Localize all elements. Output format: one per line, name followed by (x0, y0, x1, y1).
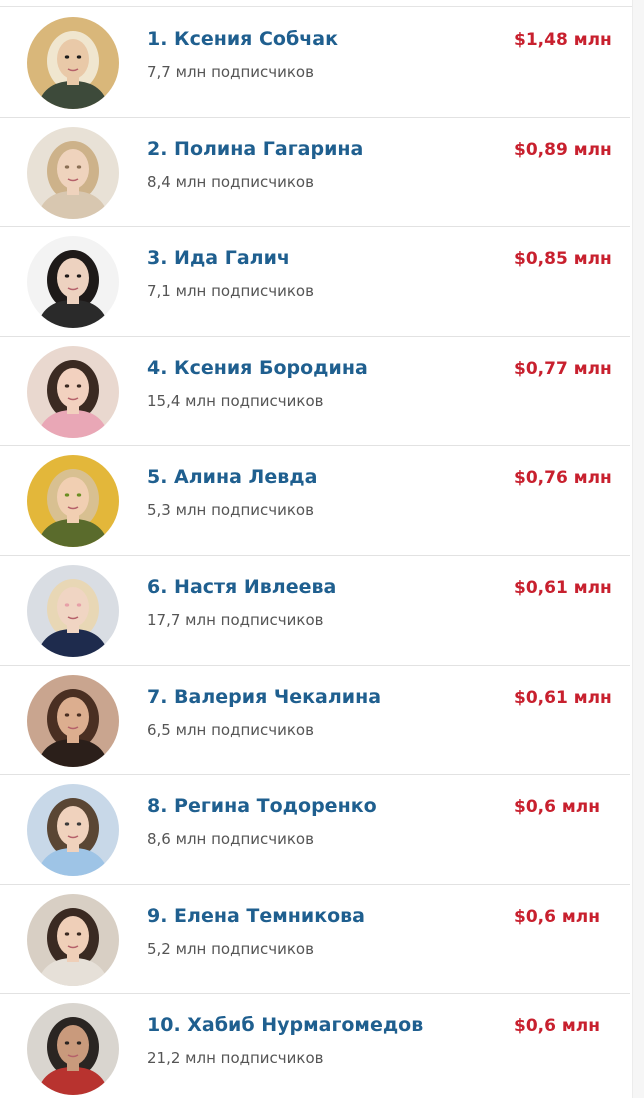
earnings-value: $0,77 млн (514, 358, 612, 379)
earnings-value: $0,6 млн (514, 1016, 600, 1037)
person-name[interactable]: 1. Ксения Собчак (147, 28, 338, 50)
portrait-image (27, 1003, 119, 1096)
subscriber-count: 15,4 млн подписчиков (147, 391, 324, 410)
subscriber-count: 17,7 млн подписчиков (147, 610, 324, 629)
avatar (27, 1003, 119, 1096)
avatar (27, 893, 119, 986)
subscriber-count: 7,1 млн подписчиков (147, 282, 314, 301)
earnings-value: $0,76 млн (514, 468, 612, 489)
earnings-value: $1,48 млн (514, 30, 612, 50)
ranking-item[interactable]: 4. Ксения Бородина 15,4 млн подписчиков … (0, 337, 630, 447)
ranking-item[interactable]: 3. Ида Галич 7,1 млн подписчиков $0,85 м… (0, 227, 630, 337)
subscriber-count: 7,7 млн подписчиков (147, 63, 314, 81)
top-divider (0, 0, 644, 7)
subscriber-count: 6,5 млн подписчиков (147, 720, 314, 739)
avatar (27, 784, 119, 877)
earnings-value: $0,6 млн (514, 906, 600, 927)
person-name[interactable]: 4. Ксения Бородина (147, 357, 368, 379)
avatar (27, 236, 119, 329)
ranking-item[interactable]: 8. Регина Тодоренко 8,6 млн подписчиков … (0, 775, 630, 885)
earnings-value: $0,85 млн (514, 249, 612, 270)
person-name[interactable]: 7. Валерия Чекалина (147, 686, 381, 708)
portrait-image (27, 674, 119, 767)
earnings-value: $0,6 млн (514, 797, 600, 818)
page-edge (632, 0, 644, 1098)
ranking-list: 1. Ксения Собчак 7,7 млн подписчиков $1,… (0, 8, 630, 1098)
earnings-value: $0,89 млн (514, 139, 612, 160)
portrait-image (27, 893, 119, 986)
ranking-item[interactable]: 5. Алина Левда 5,3 млн подписчиков $0,76… (0, 446, 630, 556)
avatar (27, 17, 119, 109)
subscriber-count: 5,2 млн подписчиков (147, 939, 314, 958)
portrait-image (27, 784, 119, 877)
portrait-image (27, 17, 119, 109)
person-name[interactable]: 3. Ида Галич (147, 247, 290, 269)
ranking-item[interactable]: 10. Хабиб Нурмагомедов 21,2 млн подписчи… (0, 994, 630, 1098)
earnings-value: $0,61 млн (514, 577, 612, 598)
portrait-image (27, 455, 119, 548)
person-name[interactable]: 2. Полина Гагарина (147, 138, 363, 160)
avatar (27, 345, 119, 438)
ranking-item[interactable]: 7. Валерия Чекалина 6,5 млн подписчиков … (0, 666, 630, 776)
ranking-item[interactable]: 1. Ксения Собчак 7,7 млн подписчиков $1,… (0, 8, 630, 118)
subscriber-count: 21,2 млн подписчиков (147, 1049, 324, 1068)
portrait-image (27, 126, 119, 219)
person-name[interactable]: 10. Хабиб Нурмагомедов (147, 1014, 423, 1036)
avatar (27, 455, 119, 548)
person-name[interactable]: 6. Настя Ивлеева (147, 576, 336, 598)
ranking-item[interactable]: 9. Елена Темникова 5,2 млн подписчиков $… (0, 885, 630, 995)
avatar (27, 674, 119, 767)
avatar (27, 564, 119, 657)
earnings-value: $0,61 млн (514, 687, 612, 708)
subscriber-count: 8,4 млн подписчиков (147, 172, 314, 191)
subscriber-count: 8,6 млн подписчиков (147, 830, 314, 849)
person-name[interactable]: 8. Регина Тодоренко (147, 795, 377, 817)
avatar (27, 126, 119, 219)
portrait-image (27, 564, 119, 657)
ranking-item[interactable]: 6. Настя Ивлеева 17,7 млн подписчиков $0… (0, 556, 630, 666)
ranking-item[interactable]: 2. Полина Гагарина 8,4 млн подписчиков $… (0, 118, 630, 228)
portrait-image (27, 345, 119, 438)
portrait-image (27, 236, 119, 329)
subscriber-count: 5,3 млн подписчиков (147, 501, 314, 520)
person-name[interactable]: 5. Алина Левда (147, 466, 317, 488)
person-name[interactable]: 9. Елена Темникова (147, 905, 365, 927)
